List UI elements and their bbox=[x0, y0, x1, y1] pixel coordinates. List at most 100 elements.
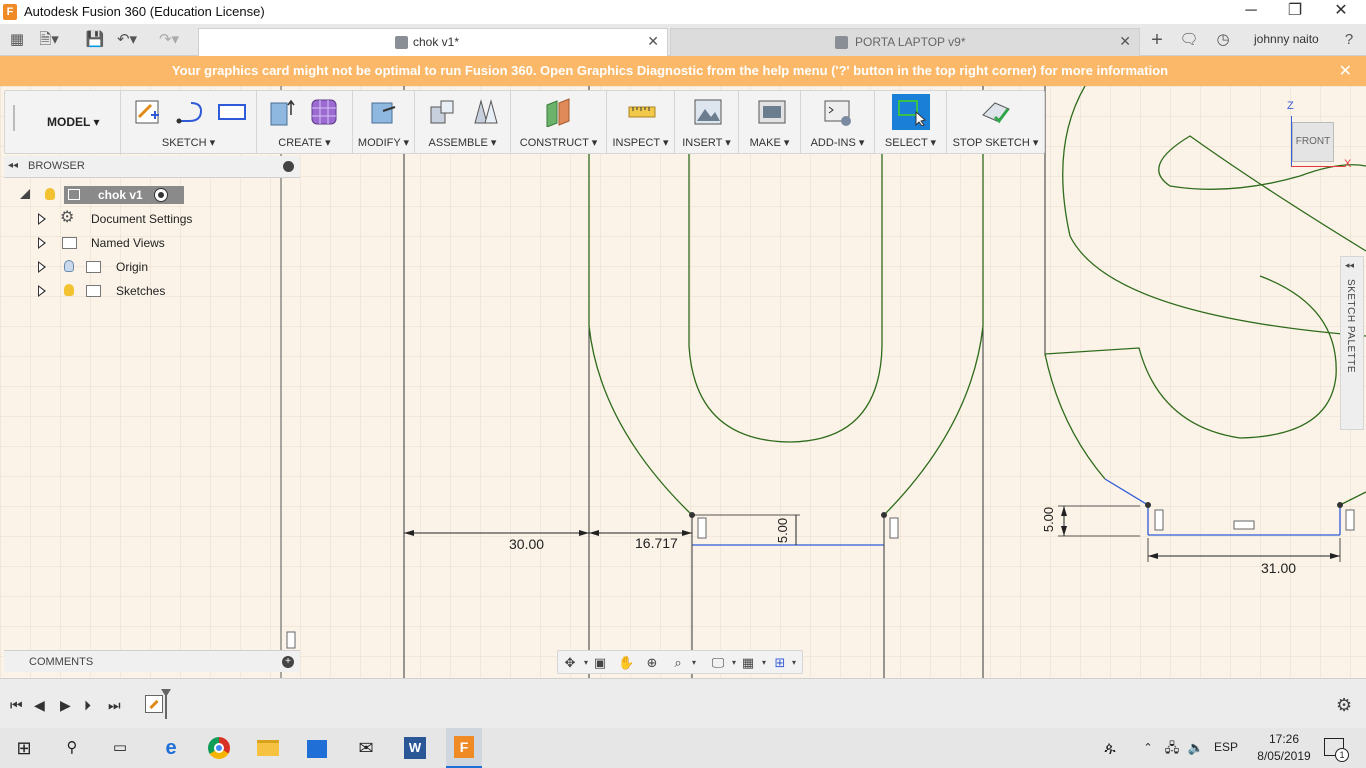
dimension-5-left[interactable]: 5.00 bbox=[775, 518, 790, 543]
play-icon[interactable]: ▶ bbox=[60, 697, 71, 714]
go-to-end-icon[interactable]: ⏭ bbox=[108, 697, 121, 714]
windows-start-icon[interactable]: ⊞ bbox=[12, 736, 36, 760]
stop-sketch-group[interactable]: STOP SKETCH ▾ bbox=[947, 91, 1044, 153]
create-sketch-icon[interactable] bbox=[133, 97, 163, 127]
view-cube-front-face[interactable]: FRONT bbox=[1292, 122, 1334, 162]
view-cube[interactable]: Z X FRONT bbox=[1284, 100, 1354, 170]
inspect-menu[interactable]: INSPECT ▾ bbox=[607, 136, 674, 149]
timeline-marker[interactable] bbox=[161, 689, 171, 719]
save-icon[interactable]: 💾 bbox=[84, 30, 106, 50]
offset-plane-icon[interactable] bbox=[543, 97, 573, 127]
people-icon[interactable]: ዹ bbox=[1098, 736, 1122, 760]
tab-close-icon[interactable]: ✕ bbox=[1119, 33, 1131, 50]
browser-item-sketches[interactable]: Sketches bbox=[38, 281, 198, 301]
new-tab-button[interactable]: + bbox=[1146, 30, 1168, 50]
line-icon[interactable] bbox=[175, 97, 205, 127]
insert-menu[interactable]: INSERT ▾ bbox=[675, 136, 738, 149]
restore-button[interactable]: ❐ bbox=[1272, 0, 1318, 24]
expand-triangle-icon[interactable] bbox=[38, 261, 46, 273]
browser-header[interactable]: ◂◂ BROWSER bbox=[4, 156, 300, 178]
modify-menu[interactable]: MODIFY ▾ bbox=[353, 136, 414, 149]
browser-minimize-icon[interactable] bbox=[283, 161, 294, 172]
word-icon[interactable]: W bbox=[403, 736, 427, 760]
edge-browser-icon[interactable]: e bbox=[159, 736, 183, 760]
scripts-icon[interactable] bbox=[823, 97, 853, 127]
volume-icon[interactable]: 🔈 bbox=[1184, 736, 1208, 760]
sketch-palette[interactable]: ◂◂ SKETCH PALETTE bbox=[1340, 256, 1364, 430]
browser-item-document-settings[interactable]: ⚙ Document Settings bbox=[38, 209, 198, 229]
chrome-icon[interactable] bbox=[207, 736, 231, 760]
mail-icon[interactable]: ✉ bbox=[354, 736, 378, 760]
workspace-switcher[interactable]: MODEL ▾ bbox=[5, 91, 121, 153]
undo-icon[interactable]: ↶▾ bbox=[116, 30, 138, 50]
tab-chok[interactable]: chok v1* ✕ bbox=[198, 28, 668, 56]
select-menu[interactable]: SELECT ▾ bbox=[875, 136, 946, 149]
insert-group[interactable]: INSERT ▾ bbox=[675, 91, 739, 153]
dimension-5-right[interactable]: 5.00 bbox=[1041, 507, 1056, 532]
grid-icon[interactable]: ▦ bbox=[740, 655, 756, 671]
browser-item-origin[interactable]: Origin bbox=[38, 257, 198, 277]
create-group[interactable]: CREATE ▾ bbox=[257, 91, 353, 153]
dimension-30[interactable]: 30.00 bbox=[509, 536, 544, 552]
make-menu[interactable]: MAKE ▾ bbox=[739, 136, 800, 149]
construct-menu[interactable]: CONSTRUCT ▾ bbox=[511, 136, 606, 149]
select-group[interactable]: SELECT ▾ bbox=[875, 91, 947, 153]
comments-panel-header[interactable]: COMMENTS + bbox=[4, 650, 300, 672]
rectangle-icon[interactable] bbox=[217, 97, 247, 127]
dimension-31[interactable]: 31.00 bbox=[1261, 560, 1296, 576]
add-ins-group[interactable]: ADD-INS ▾ bbox=[801, 91, 875, 153]
hidden-bulb-icon[interactable] bbox=[64, 260, 74, 272]
input-language[interactable]: ESP bbox=[1214, 740, 1238, 754]
file-explorer-icon[interactable] bbox=[256, 736, 280, 760]
store-icon[interactable] bbox=[305, 736, 329, 760]
add-comment-icon[interactable]: + bbox=[282, 656, 294, 668]
visibility-bulb-icon[interactable] bbox=[45, 188, 55, 200]
browser-item-named-views[interactable]: Named Views bbox=[38, 233, 198, 253]
construct-group[interactable]: CONSTRUCT ▾ bbox=[511, 91, 607, 153]
user-account[interactable]: johnny naito bbox=[1254, 32, 1319, 46]
grid-dropdown-icon[interactable]: ▾ bbox=[756, 655, 772, 671]
fusion-taskbar-button[interactable]: F bbox=[446, 728, 482, 768]
banner-close-icon[interactable]: ✕ bbox=[1339, 61, 1352, 81]
zoom-dropdown-icon[interactable]: ▾ bbox=[686, 655, 702, 671]
task-view-icon[interactable]: ▭ bbox=[108, 736, 132, 760]
data-panel-grid-icon[interactable]: ▦ bbox=[6, 30, 28, 50]
sketch-group[interactable]: SKETCH ▾ bbox=[121, 91, 257, 153]
3d-print-icon[interactable] bbox=[757, 97, 787, 127]
help-icon[interactable]: ? bbox=[1338, 30, 1360, 50]
look-at-icon[interactable]: ▣ bbox=[592, 655, 608, 671]
pan-hand-icon[interactable]: ✋ bbox=[618, 655, 634, 671]
timeline-settings-gear-icon[interactable]: ⚙ bbox=[1336, 695, 1352, 716]
select-tool-active[interactable] bbox=[892, 94, 930, 130]
show-hidden-icons-icon[interactable]: ⌃ bbox=[1136, 736, 1160, 760]
collapse-browser-icon[interactable]: ◂◂ bbox=[8, 160, 18, 171]
minimize-button[interactable]: ─ bbox=[1228, 0, 1274, 24]
browser-root[interactable]: chok v1 bbox=[20, 185, 184, 205]
stop-sketch-icon[interactable] bbox=[981, 97, 1011, 127]
tab-porta-laptop[interactable]: PORTA LAPTOP v9* ✕ bbox=[670, 28, 1140, 56]
inspect-group[interactable]: INSPECT ▾ bbox=[607, 91, 675, 153]
create-menu[interactable]: CREATE ▾ bbox=[257, 136, 352, 149]
expand-triangle-icon[interactable] bbox=[38, 285, 46, 297]
canvas-image-icon[interactable] bbox=[693, 97, 723, 127]
job-status-icon[interactable]: ◷ bbox=[1212, 30, 1234, 50]
stop-sketch-menu[interactable]: STOP SKETCH ▾ bbox=[947, 136, 1044, 149]
display-settings-icon[interactable]: 🖵 bbox=[710, 655, 726, 671]
comments-icon[interactable]: 🗨 bbox=[1178, 30, 1200, 50]
extrude-icon[interactable] bbox=[267, 97, 297, 127]
joint-icon[interactable] bbox=[471, 97, 501, 127]
visibility-bulb-icon[interactable] bbox=[64, 284, 74, 296]
clock-date[interactable]: 8/05/2019 bbox=[1254, 749, 1314, 763]
search-icon[interactable]: ⚲ bbox=[60, 736, 84, 760]
close-button[interactable]: ✕ bbox=[1318, 0, 1364, 24]
file-menu-icon[interactable]: 🗎▾ bbox=[38, 30, 60, 50]
make-group[interactable]: MAKE ▾ bbox=[739, 91, 801, 153]
redo-icon[interactable]: ↷▾ bbox=[158, 30, 180, 50]
form-icon[interactable] bbox=[309, 97, 339, 127]
viewports-dropdown-icon[interactable]: ▾ bbox=[786, 655, 802, 671]
clock-time[interactable]: 17:26 bbox=[1254, 732, 1314, 746]
zoom-icon[interactable]: ⊕ bbox=[644, 655, 660, 671]
step-back-icon[interactable]: ◀ bbox=[34, 697, 45, 714]
add-ins-menu[interactable]: ADD-INS ▾ bbox=[801, 136, 874, 149]
network-icon[interactable]: 🖧 bbox=[1160, 736, 1184, 760]
